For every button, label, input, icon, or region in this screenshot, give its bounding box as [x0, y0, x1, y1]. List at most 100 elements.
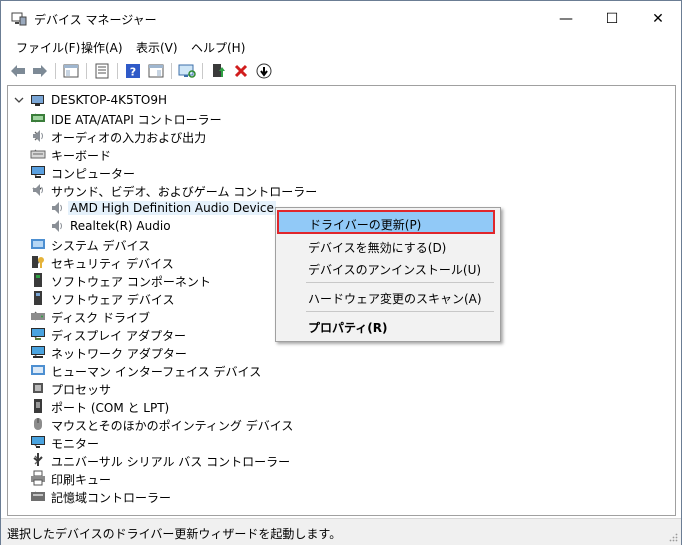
- update-driver-label: ドライバーの更新(P): [309, 218, 422, 232]
- uninstall-device-label: デバイスのアンインストール(U): [308, 263, 482, 277]
- show-hide-console-tree-icon[interactable]: [62, 62, 80, 80]
- menu-separator: [306, 282, 494, 283]
- tree-category-item[interactable]: IDE ATA/ATAPI コントローラー: [8, 109, 668, 127]
- uninstall-device-menu-item[interactable]: デバイスのアンインストール(U): [276, 257, 500, 279]
- update-driver-icon[interactable]: [209, 62, 227, 80]
- speaker-icon: [52, 220, 62, 232]
- scan-hardware-label: ハードウェア変更のスキャン(A): [308, 292, 482, 306]
- scan-hardware-icon[interactable]: [178, 62, 196, 80]
- context-menu: ドライバーの更新(P) デバイスを無効にする(D) デバイスのアンインストール(…: [275, 207, 501, 342]
- speaker-icon: [33, 184, 43, 196]
- menu-view[interactable]: 表示(V): [136, 39, 178, 56]
- tree-category-item[interactable]: ネットワーク アダプター: [8, 343, 668, 361]
- display-adapter-icon: [31, 328, 45, 340]
- tree-category-item[interactable]: モニター: [8, 433, 668, 451]
- disable-device-menu-item[interactable]: デバイスを無効にする(D): [276, 235, 500, 257]
- menu-bar: ファイル(F) 操作(A) 表示(V) ヘルプ(H): [1, 37, 681, 57]
- tree-item-label: ユニバーサル シリアル バス コントローラー: [51, 455, 291, 469]
- resize-grip-icon[interactable]: [668, 532, 678, 542]
- minimize-icon: —: [559, 11, 573, 27]
- action-pane-icon[interactable]: [147, 62, 165, 80]
- tree-category-item[interactable]: マウスとそのほかのポインティング デバイス: [8, 415, 668, 433]
- software-device-icon: [34, 291, 42, 305]
- tree-item-label: システム デバイス: [51, 239, 151, 253]
- tree-category-item[interactable]: コンピューター: [8, 163, 668, 181]
- help-icon[interactable]: ?: [124, 62, 142, 80]
- status-text: 選択したデバイスのドライバー更新ウィザードを起動します。: [7, 527, 342, 541]
- close-icon: ✕: [652, 11, 664, 27]
- tree-category-item[interactable]: サウンド、ビデオ、およびゲーム コントローラー: [8, 181, 668, 199]
- maximize-button[interactable]: ☐: [589, 1, 635, 37]
- menu-help[interactable]: ヘルプ(H): [191, 39, 245, 56]
- tree-item-label: プロセッサ: [51, 383, 112, 397]
- security-key-icon: [32, 256, 44, 268]
- title-bar[interactable]: デバイス マネージャー — ☐ ✕: [1, 1, 681, 37]
- speaker-icon: [33, 130, 43, 142]
- status-bar: 選択したデバイスのドライバー更新ウィザードを起動します。: [1, 518, 681, 545]
- tree-category-item[interactable]: ユニバーサル シリアル バス コントローラー: [8, 451, 668, 469]
- properties-menu-item[interactable]: プロパティ(R): [276, 315, 500, 337]
- toolbar: ?: [1, 58, 681, 84]
- storage-controller-icon: [31, 492, 45, 501]
- tree-root-label: DESKTOP-4K5TO9H: [51, 93, 168, 107]
- scan-hardware-menu-item[interactable]: ハードウェア変更のスキャン(A): [276, 286, 500, 308]
- properties-label: プロパティ(R): [308, 321, 388, 335]
- tree-item-label: ディスク ドライブ: [51, 311, 150, 325]
- tree-item-label: セキュリティ デバイス: [51, 257, 174, 271]
- update-driver-menu-item[interactable]: ドライバーの更新(P): [277, 210, 495, 234]
- device-manager-window: デバイス マネージャー — ☐ ✕ ファイル(F) 操作(A) 表示(V) ヘル…: [0, 0, 682, 545]
- hid-icon: [31, 365, 45, 375]
- usb-icon: [33, 453, 43, 466]
- tree-category-item[interactable]: 印刷キュー: [8, 469, 668, 487]
- uninstall-device-icon[interactable]: [232, 62, 250, 80]
- tree-item-label: AMD High Definition Audio Device: [68, 201, 276, 215]
- back-arrow-icon[interactable]: [9, 62, 27, 80]
- tree-category-item[interactable]: ポート (COM と LPT): [8, 397, 668, 415]
- menu-file[interactable]: ファイル(F): [16, 39, 80, 56]
- tree-item-label: ディスプレイ アダプター: [51, 329, 186, 343]
- tree-category-item[interactable]: キーボード: [8, 145, 668, 163]
- forward-arrow-icon[interactable]: [31, 62, 49, 80]
- computer-icon: [31, 95, 44, 106]
- tree-root[interactable]: DESKTOP-4K5TO9H: [8, 91, 668, 109]
- mouse-icon: [34, 418, 42, 430]
- toolbar-separator: [202, 63, 203, 79]
- svg-text:?: ?: [130, 66, 136, 79]
- toolbar-separator: [86, 63, 87, 79]
- printer-icon: [31, 470, 45, 486]
- tree-category-item[interactable]: 記憶域コントローラー: [8, 487, 668, 505]
- tree-category-item[interactable]: ヒューマン インターフェイス デバイス: [8, 361, 668, 379]
- processor-icon: [33, 383, 43, 393]
- menu-action[interactable]: 操作(A): [81, 39, 123, 56]
- speaker-icon: [52, 202, 62, 214]
- computer-icon: [31, 166, 45, 178]
- tree-category-item[interactable]: オーディオの入力および出力: [8, 127, 668, 145]
- tree-item-label: 記憶域コントローラー: [51, 491, 172, 505]
- tree-item-label: キーボード: [51, 149, 112, 163]
- close-button[interactable]: ✕: [635, 1, 681, 37]
- properties-icon[interactable]: [93, 62, 111, 80]
- tree-item-label: Realtek(R) Audio: [70, 219, 171, 233]
- tree-category-item[interactable]: プロセッサ: [8, 379, 668, 397]
- tree-item-label: IDE ATA/ATAPI コントローラー: [51, 113, 222, 127]
- tree-item-label: サウンド、ビデオ、およびゲーム コントローラー: [51, 185, 318, 199]
- network-adapter-icon: [31, 346, 45, 358]
- tree-item-label: モニター: [51, 437, 100, 451]
- keyboard-icon: [30, 150, 46, 159]
- menu-separator: [306, 311, 494, 312]
- toolbar-separator: [55, 63, 56, 79]
- disable-device-icon[interactable]: [255, 62, 273, 80]
- disk-drive-icon: [31, 313, 45, 320]
- window-title: デバイス マネージャー: [34, 13, 157, 27]
- port-icon: [34, 399, 42, 413]
- tree-item-label: コンピューター: [51, 167, 136, 181]
- minimize-button[interactable]: —: [543, 1, 589, 37]
- device-manager-icon: [11, 12, 27, 26]
- tree-item-label: 印刷キュー: [51, 473, 112, 487]
- tree-item-label: オーディオの入力および出力: [51, 131, 207, 145]
- chevron-down-icon[interactable]: [14, 95, 24, 105]
- tree-item-label: ポート (COM と LPT): [51, 401, 170, 415]
- tree-item-label: マウスとそのほかのポインティング デバイス: [51, 419, 294, 433]
- software-component-icon: [34, 273, 42, 287]
- tree-item-label: ヒューマン インターフェイス デバイス: [51, 365, 262, 379]
